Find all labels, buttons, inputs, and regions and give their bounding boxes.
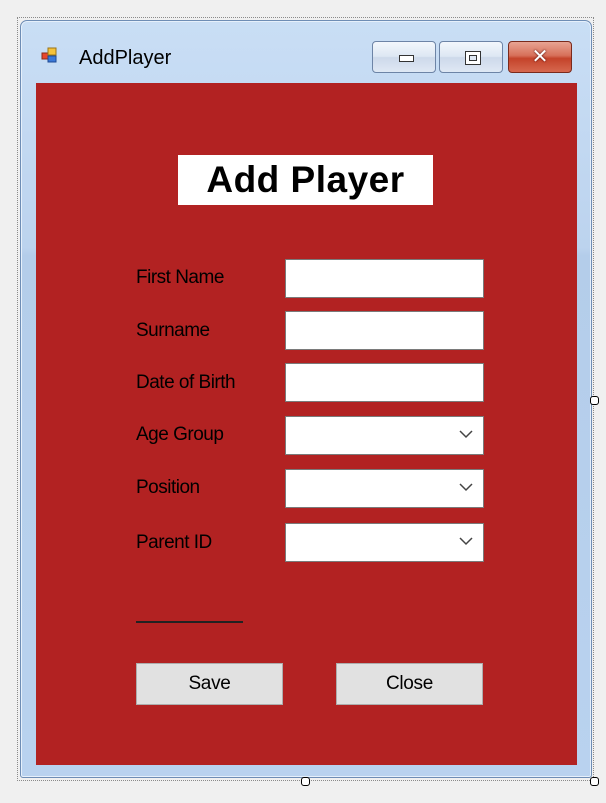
resize-handle-bottom[interactable]	[301, 777, 310, 786]
window-title: AddPlayer	[79, 47, 172, 69]
addplayer-window: AddPlayer ✕ Add Player First Name Surnam…	[20, 20, 592, 778]
maximize-icon	[465, 51, 481, 65]
minimize-icon	[399, 55, 414, 62]
surname-input[interactable]	[285, 311, 484, 350]
surname-label: Surname	[136, 320, 210, 341]
close-button[interactable]: Close	[336, 663, 483, 705]
date-of-birth-input[interactable]	[285, 363, 484, 402]
chevron-down-icon	[459, 430, 473, 439]
chevron-down-icon	[459, 483, 473, 492]
chevron-down-icon	[459, 537, 473, 546]
position-dropdown[interactable]	[285, 469, 484, 508]
divider-line	[136, 621, 243, 623]
close-icon: ✕	[531, 44, 549, 68]
maximize-button[interactable]	[439, 41, 503, 73]
parent-id-label: Parent ID	[136, 532, 212, 553]
title-bar[interactable]: AddPlayer ✕	[21, 21, 591, 81]
resize-handle-corner[interactable]	[590, 777, 599, 786]
save-button[interactable]: Save	[136, 663, 283, 705]
age-group-dropdown[interactable]	[285, 416, 484, 455]
minimize-button[interactable]	[372, 41, 436, 73]
position-label: Position	[136, 477, 200, 498]
close-window-button[interactable]: ✕	[508, 41, 572, 73]
first-name-label: First Name	[136, 267, 224, 288]
resize-handle-right[interactable]	[590, 396, 599, 405]
parent-id-dropdown[interactable]	[285, 523, 484, 562]
form-heading: Add Player	[178, 155, 433, 205]
first-name-input[interactable]	[285, 259, 484, 298]
date-of-birth-label: Date of Birth	[136, 372, 236, 393]
form-icon	[41, 47, 57, 63]
age-group-label: Age Group	[136, 424, 224, 445]
form-client-area: Add Player First Name Surname Date of Bi…	[36, 83, 577, 765]
